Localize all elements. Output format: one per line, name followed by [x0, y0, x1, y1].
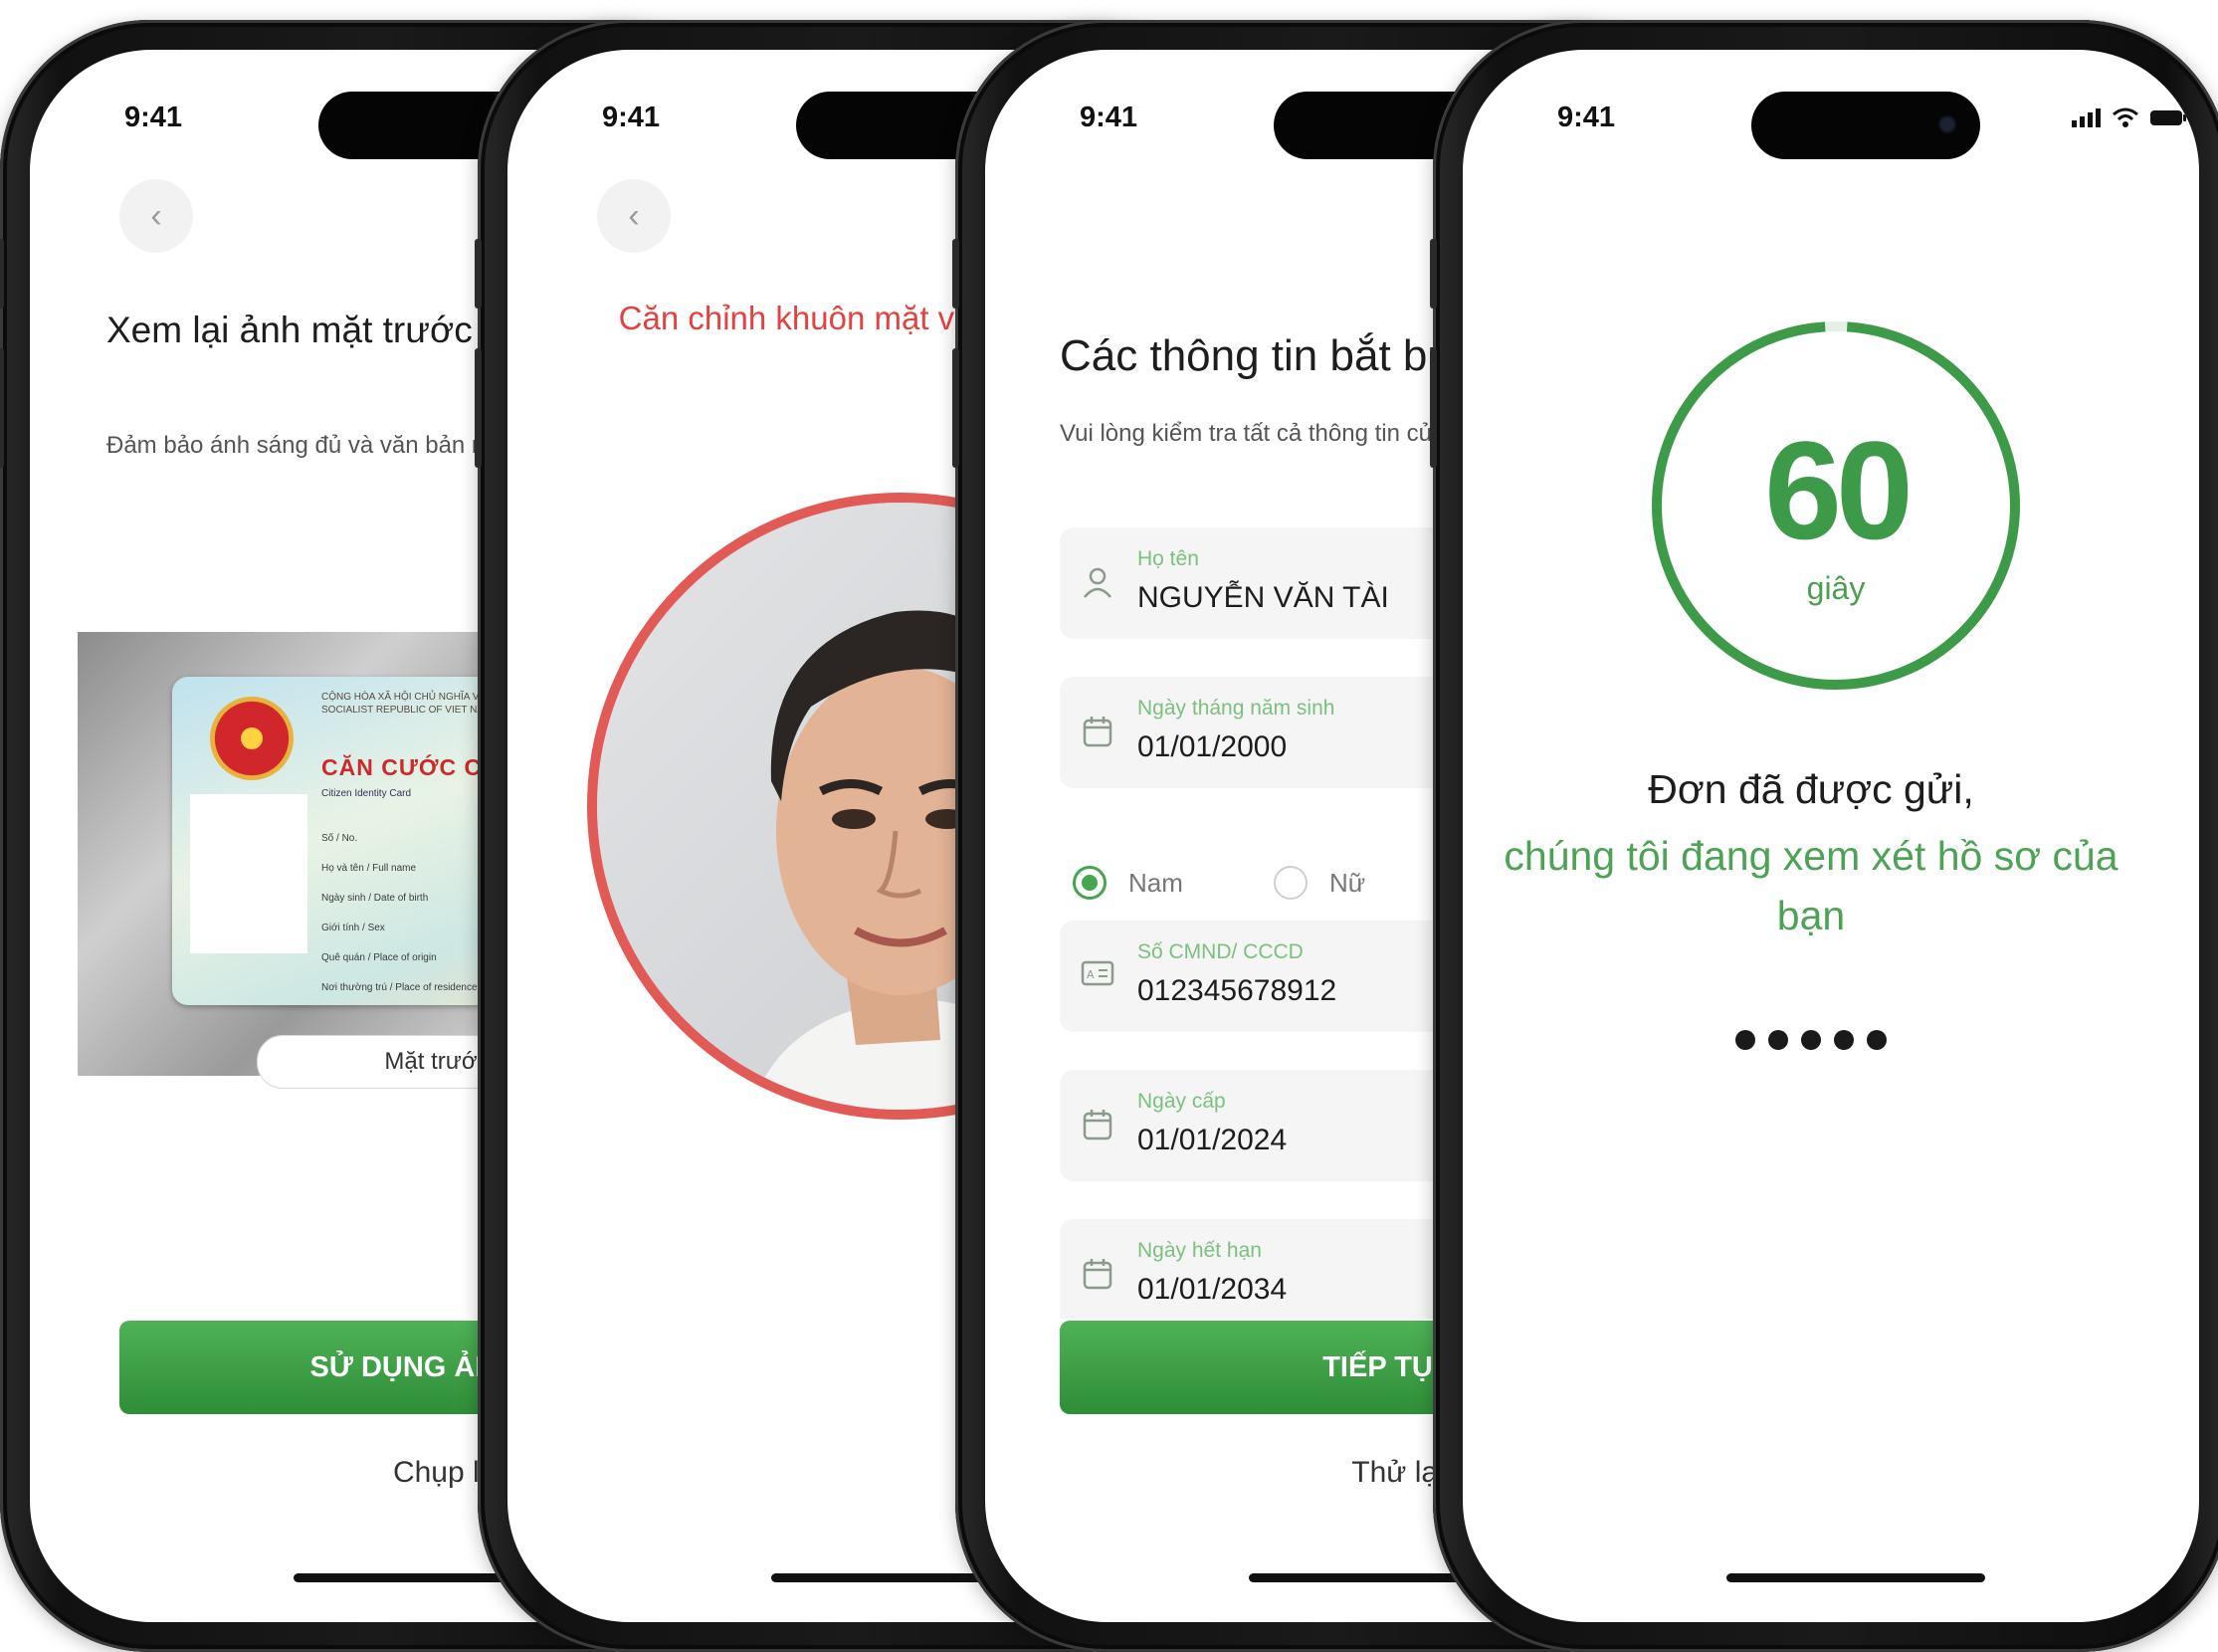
back-button[interactable]: ‹ [597, 179, 671, 253]
user-icon [1080, 565, 1115, 601]
calendar-icon [1080, 1108, 1115, 1143]
field-value: NGUYỄN VĂN TÀI [1137, 581, 1389, 614]
field-label: Ngày tháng năm sinh [1137, 697, 1335, 720]
review-message: chúng tôi đang xem xét hồ sơ của bạn [1504, 833, 2118, 938]
loading-dot [1801, 1030, 1821, 1050]
gender-label: Nữ [1329, 867, 1366, 898]
field-label: Số CMND/ CCCD [1137, 940, 1304, 963]
field-value: 01/01/2024 [1137, 1124, 1288, 1156]
field-label: Ngày cấp [1137, 1090, 1226, 1113]
chevron-left-icon: ‹ [150, 196, 162, 235]
gender-option-female[interactable]: Nữ [1274, 866, 1365, 900]
id-card-icon: A [1080, 958, 1115, 994]
status-time: 9:41 [1557, 102, 1616, 133]
cellular-signal-icon [2072, 108, 2101, 127]
calendar-icon [1080, 1257, 1115, 1293]
back-button[interactable]: ‹ [119, 179, 193, 253]
countdown-timer: 60 giây [1647, 316, 2025, 695]
status-time: 9:41 [1080, 102, 1138, 133]
loading-dot [1768, 1030, 1788, 1050]
status-time: 9:41 [602, 102, 661, 133]
loading-dot [1735, 1030, 1755, 1050]
loading-dot [1834, 1030, 1854, 1050]
home-indicator [1726, 1573, 1985, 1582]
field-label: Họ tên [1137, 547, 1199, 570]
gender-label: Nam [1128, 867, 1183, 898]
status-time: 9:41 [124, 102, 183, 133]
loading-dots [1463, 1030, 2159, 1050]
svg-text:A: A [1087, 968, 1095, 981]
calendar-icon [1080, 715, 1115, 750]
field-value: 012345678912 [1137, 974, 1337, 1007]
status-icons [2072, 107, 2187, 127]
countdown-value: 60 [1764, 412, 1914, 568]
field-value: 01/01/2034 [1137, 1273, 1288, 1306]
field-label: Ngày hết hạn [1137, 1239, 1262, 1262]
countdown-unit: giây [1806, 570, 1866, 606]
loading-dot [1867, 1030, 1887, 1050]
gender-option-male[interactable]: Nam [1073, 866, 1183, 900]
dynamic-island [1751, 92, 1980, 159]
card-field: Số / No. [321, 833, 358, 844]
radio-unselected-icon [1274, 866, 1308, 900]
wifi-icon [2113, 107, 2138, 127]
card-field: Họ và tên / Full name [321, 863, 417, 874]
field-value: 01/01/2000 [1137, 730, 1288, 763]
chevron-left-icon: ‹ [628, 196, 640, 235]
card-subtitle: Citizen Identity Card [321, 788, 412, 799]
card-field: Giới tính / Sex [321, 923, 385, 933]
submitted-message: Đơn đã được gửi, [1648, 766, 1974, 812]
national-emblem-icon [210, 697, 294, 780]
screen-submitted: 9:41 60 giây Đơn đã được gửi, chúng tôi … [1463, 50, 2199, 1622]
card-portrait-placeholder [190, 794, 307, 953]
card-field: Ngày sinh / Date of birth [321, 893, 429, 904]
card-field: Nơi thường trú / Place of residence [321, 982, 478, 993]
phone-submitted: 9:41 60 giây Đơn đã được gửi, chúng tôi … [1430, 20, 2218, 1652]
card-fields: Số / No. Họ và tên / Full name Ngày sinh… [321, 824, 478, 1003]
battery-icon [2150, 110, 2186, 125]
card-field: Quê quán / Place of origin [321, 952, 437, 963]
radio-selected-icon [1073, 866, 1107, 900]
